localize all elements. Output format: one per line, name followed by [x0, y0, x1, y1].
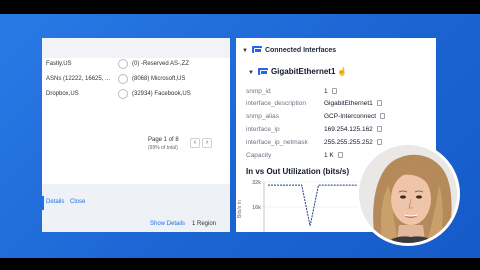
- property-key: interface_description: [246, 100, 306, 107]
- section-title: Connected Interfaces: [264, 47, 337, 54]
- list-item[interactable]: Dropbox,US (32934) Facebook,US: [46, 88, 230, 102]
- property-value: 1: [324, 86, 337, 95]
- copy-icon[interactable]: [374, 137, 382, 145]
- letterbox-bottom: [0, 258, 480, 270]
- as-source-label: ASNs (12222, 16625, ...: [46, 76, 111, 82]
- panel-header-strip: [42, 38, 230, 58]
- presenter-video: [356, 142, 460, 246]
- property-row: snmp_alias GCP-Interconnect: [246, 111, 436, 123]
- y-tick-label: 32k: [252, 180, 261, 186]
- property-value: 1 K: [324, 150, 343, 159]
- hand-cursor-icon: ☝: [337, 67, 348, 76]
- bottom-actions: Details Close: [46, 199, 89, 205]
- copy-icon[interactable]: [329, 86, 337, 94]
- as-dest-label: (0) -Reserved AS-,ZZ: [132, 61, 190, 67]
- copy-icon[interactable]: [374, 124, 382, 132]
- as-source-label: Fastly,US: [46, 61, 72, 67]
- prev-page-button[interactable]: ‹: [190, 138, 200, 148]
- copy-icon[interactable]: [378, 111, 386, 119]
- interface-icon: [251, 46, 262, 53]
- property-key: snmp_alias: [246, 113, 279, 120]
- section-header[interactable]: ▼ Connected Interfaces: [242, 46, 336, 54]
- property-row: interface_description GigabitEthernet1: [246, 98, 436, 110]
- y-axis-label: Bits/s In: [237, 200, 243, 218]
- property-value: 169.254.125.162: [324, 124, 382, 133]
- show-details-link[interactable]: Show Details: [150, 221, 185, 227]
- caret-down-icon[interactable]: ▼: [242, 48, 248, 54]
- letterbox-top: [0, 0, 480, 14]
- property-value: GCP-Interconnect: [324, 111, 386, 120]
- property-row: interface_ip 169.254.125.162: [246, 124, 436, 136]
- selection-indicator: [42, 196, 44, 210]
- property-value: GigabitEthernet1: [324, 98, 382, 107]
- property-key: Capacity: [246, 152, 272, 159]
- as-dest-label: (32934) Facebook,US: [132, 91, 191, 97]
- copy-icon[interactable]: [374, 98, 382, 106]
- interface-header[interactable]: ▼ GigabitEthernet1 ☝: [248, 67, 347, 76]
- next-page-button[interactable]: ›: [202, 138, 212, 148]
- as-dest-label: (8068) Microsoft,US: [132, 76, 186, 82]
- as-source-label: Dropbox,US: [46, 91, 79, 97]
- interface-name: GigabitEthernet1: [270, 67, 336, 76]
- radio-button[interactable]: [118, 74, 128, 84]
- details-link[interactable]: Details: [46, 199, 64, 205]
- chart-title: In vs Out Utilization (bits/s): [246, 167, 350, 176]
- radio-button[interactable]: [118, 59, 128, 69]
- copy-icon[interactable]: [335, 150, 343, 158]
- list-item[interactable]: Fastly,US (0) -Reserved AS-,ZZ: [46, 58, 230, 72]
- property-row: snmp_id 1: [246, 86, 436, 98]
- interface-icon: [257, 68, 268, 75]
- region-count: 1 Region: [192, 221, 217, 227]
- close-link[interactable]: Close: [70, 199, 85, 205]
- caret-down-icon[interactable]: ▼: [248, 70, 254, 76]
- property-key: snmp_id: [246, 88, 271, 95]
- property-value: 255.255.255.252: [324, 137, 382, 146]
- property-key: interface_ip_netmask: [246, 139, 308, 146]
- pagination-info: Page 1 of 8 (99% of total): [148, 137, 179, 151]
- presenter-avatar: [359, 145, 457, 243]
- page-sub-label: (99% of total): [148, 145, 178, 151]
- list-item[interactable]: ASNs (12222, 16625, ... (8068) Microsoft…: [46, 73, 230, 87]
- y-tick-label: 16k: [252, 205, 261, 211]
- radio-button[interactable]: [118, 89, 128, 99]
- page-label: Page 1 of 8: [148, 137, 179, 143]
- property-key: interface_ip: [246, 126, 280, 133]
